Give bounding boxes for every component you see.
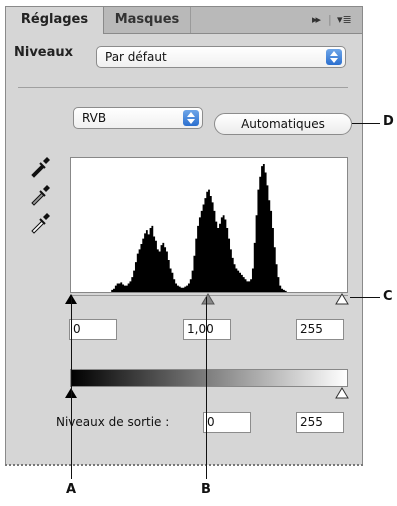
output-shadows-field[interactable]: 0 xyxy=(203,412,251,433)
tab-masques[interactable]: Masques xyxy=(104,7,191,33)
black-point-eyedropper-icon[interactable] xyxy=(28,155,52,179)
separator: | xyxy=(328,13,332,26)
output-gradient-bar xyxy=(70,369,348,387)
output-highlight-slider[interactable] xyxy=(335,387,349,399)
input-highlights-field[interactable]: 255 xyxy=(296,319,344,340)
input-shadows-field[interactable]: 0 xyxy=(69,319,117,340)
callout-b: B xyxy=(201,482,211,497)
input-midtones-field[interactable]: 1,00 xyxy=(183,319,231,340)
dropdown-arrows-icon xyxy=(183,110,199,126)
channel-value: RVB xyxy=(82,111,107,125)
callout-d: D xyxy=(383,114,394,129)
callout-a: A xyxy=(66,482,77,497)
divider xyxy=(18,87,348,88)
histogram-graph xyxy=(71,164,347,292)
expand-panel-icon[interactable]: ▸▸ xyxy=(312,13,321,26)
output-highlights-field[interactable]: 255 xyxy=(296,412,344,433)
callout-a-line xyxy=(71,297,72,479)
dropdown-arrows-icon xyxy=(326,49,342,65)
panel-menu-icon[interactable]: ▾≣ xyxy=(337,13,352,26)
output-levels-label: Niveaux de sortie : xyxy=(56,415,170,429)
panel-bottom-edge xyxy=(5,464,363,466)
callout-c: C xyxy=(383,289,393,304)
callout-b-line xyxy=(206,297,207,479)
input-midtone-slider[interactable] xyxy=(201,293,215,305)
input-highlight-slider[interactable] xyxy=(335,293,349,305)
gray-point-eyedropper-icon[interactable] xyxy=(28,183,52,207)
white-point-eyedropper-icon[interactable] xyxy=(28,211,52,235)
preset-value: Par défaut xyxy=(105,50,167,64)
tab-bar: Réglages Masques ▸▸ | ▾≣ xyxy=(6,7,362,34)
levels-panel: Réglages Masques ▸▸ | ▾≣ Niveaux Par déf… xyxy=(5,6,363,465)
auto-button[interactable]: Automatiques xyxy=(214,113,352,135)
tab-reglages[interactable]: Réglages xyxy=(6,7,104,34)
preset-dropdown[interactable]: Par défaut xyxy=(96,46,346,68)
preset-label: Niveaux xyxy=(14,45,74,60)
histogram xyxy=(70,157,348,293)
channel-dropdown[interactable]: RVB xyxy=(73,107,203,129)
histogram-area xyxy=(71,164,347,292)
callout-c-line xyxy=(350,297,380,298)
callout-d-line xyxy=(352,123,380,124)
